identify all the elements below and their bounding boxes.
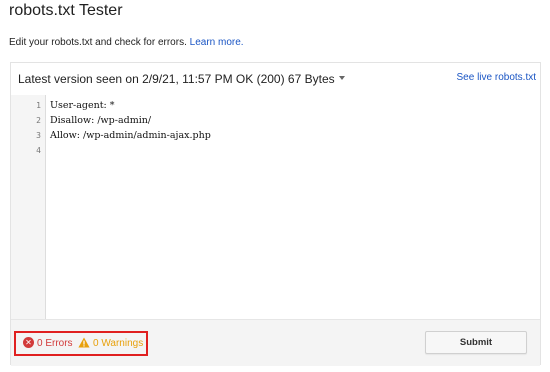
page-title: robots.txt Tester — [9, 2, 123, 19]
panel-footer: ✕ 0 Errors 0 Warnings Submit — [11, 319, 540, 366]
line-number: 1 — [36, 101, 41, 110]
errors-count: 0 Errors — [37, 338, 73, 349]
error-circle-icon: ✕ — [23, 337, 34, 348]
panel-header: Latest version seen on 2/9/21, 11:57 PM … — [11, 63, 540, 96]
line-number-gutter: 1 2 3 4 — [11, 95, 46, 319]
description-text: Edit your robots.txt and check for error… — [9, 37, 187, 48]
see-live-robots-link[interactable]: See live robots.txt — [457, 72, 536, 83]
page-description: Edit your robots.txt and check for error… — [9, 37, 244, 48]
learn-more-link[interactable]: Learn more. — [190, 37, 244, 48]
line-number: 4 — [36, 146, 41, 155]
caret-down-icon — [338, 75, 345, 80]
code-line[interactable]: Allow: /wp-admin/admin-ajax.php — [50, 130, 211, 141]
tester-panel: Latest version seen on 2/9/21, 11:57 PM … — [10, 62, 541, 366]
version-dropdown[interactable]: Latest version seen on 2/9/21, 11:57 PM … — [18, 72, 345, 86]
warning-triangle-icon — [78, 337, 90, 348]
line-number: 3 — [36, 131, 41, 140]
version-label: Latest version seen on 2/9/21, 11:57 PM … — [18, 72, 335, 86]
warnings-count: 0 Warnings — [93, 338, 144, 349]
code-line[interactable]: User-agent: * — [50, 100, 115, 111]
code-line[interactable]: Disallow: /wp-admin/ — [50, 115, 151, 126]
robots-editor[interactable]: 1 2 3 4 User-agent: * Disallow: /wp-admi… — [11, 95, 540, 319]
line-number: 2 — [36, 116, 41, 125]
validation-status: ✕ 0 Errors 0 Warnings — [14, 331, 148, 356]
submit-button[interactable]: Submit — [425, 331, 527, 354]
